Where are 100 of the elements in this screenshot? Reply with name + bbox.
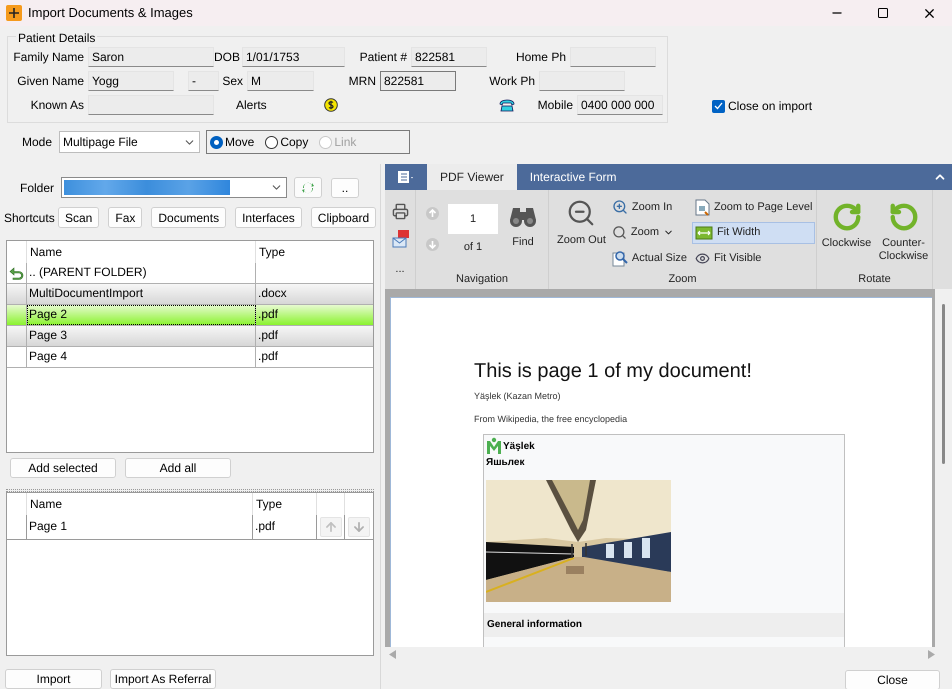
field-label: Alerts (236, 97, 267, 114)
close-button[interactable]: Close (845, 670, 940, 689)
zoom-option[interactable]: Zoom In (608, 196, 690, 218)
field-label: Given Name (16, 73, 84, 90)
more-label[interactable]: ... (395, 261, 405, 278)
menu-icon (397, 170, 415, 184)
shortcut-button[interactable]: Clipboard (310, 207, 376, 228)
column-header[interactable]: Name (27, 493, 253, 516)
table-cell-text: .docx (257, 285, 288, 302)
page-up-icon (426, 207, 439, 220)
radio-button[interactable] (265, 136, 278, 148)
page-down-icon (426, 238, 439, 251)
table-row[interactable]: Page 4 .pdf (7, 347, 373, 368)
text-field[interactable]: 0400 000 000 (577, 95, 663, 115)
field-label: Family Name (12, 49, 84, 66)
zoom-option[interactable]: Fit Visible (692, 247, 816, 269)
table-cell: .. (PARENT FOLDER) (27, 263, 256, 283)
text-field[interactable] (570, 47, 656, 67)
zoom-option[interactable]: Zoom (608, 222, 690, 244)
zoom-out-icon (566, 198, 596, 228)
window-title: Import Documents & Images (28, 4, 193, 22)
ribbon-tab[interactable]: Interactive Form (516, 164, 630, 190)
rotate-clockwise-icon (832, 202, 862, 232)
shortcut-button[interactable]: Documents (151, 207, 226, 228)
scroll-right-icon (928, 650, 935, 659)
page-count: of 1 (464, 240, 482, 255)
table-cell: MultiDocumentImport (27, 284, 256, 304)
text-field[interactable] (539, 71, 625, 91)
infobox-title: Yäşlek (503, 440, 535, 454)
refresh-icon (301, 180, 315, 194)
table-cell: Page 3 (27, 326, 256, 346)
table-row[interactable]: Page 3 .pdf (7, 326, 373, 347)
text-field[interactable]: 822581 (380, 71, 456, 91)
mode-dropdown[interactable]: Multipage File (59, 131, 200, 153)
checkbox[interactable] (712, 100, 725, 112)
find-button[interactable]: Find (509, 204, 537, 270)
import-button[interactable]: Import As Referral (110, 669, 216, 689)
folder-dropdown[interactable] (61, 177, 287, 198)
table-row[interactable]: MultiDocumentImport .docx (7, 284, 373, 305)
text-field[interactable]: M (247, 71, 314, 91)
field-label: Sex (221, 73, 243, 90)
field-label: Mobile (538, 97, 573, 114)
fit-width-icon (694, 226, 713, 240)
radio-option: Link (319, 133, 356, 151)
page-icon (694, 198, 710, 216)
column-header[interactable]: Type (253, 493, 317, 516)
refresh-button[interactable] (294, 177, 322, 198)
rotate-button[interactable]: Counter-Clockwise (876, 202, 931, 270)
close-on-import-checkbox[interactable]: Close on import (712, 97, 812, 115)
text-field[interactable] (88, 95, 214, 115)
field-label: Home Ph (514, 49, 566, 66)
column-header[interactable]: Type (256, 241, 373, 263)
field-label: MRN (348, 73, 376, 90)
page-number-field[interactable]: 1 (448, 204, 498, 234)
zoom-option[interactable]: Zoom to Page Level (692, 196, 816, 218)
text-field[interactable]: Yogg (88, 71, 174, 91)
shortcut-button[interactable]: Interfaces (235, 207, 302, 228)
radio-option[interactable]: Copy (265, 133, 308, 151)
field-label: DOB (214, 49, 238, 66)
maximize-icon (877, 7, 889, 19)
import-button[interactable]: Import (5, 669, 102, 689)
zoom-out-button[interactable]: Zoom Out (557, 196, 606, 270)
table-cell-text: .pdf (257, 348, 280, 365)
table-cell-text: .pdf (257, 306, 280, 323)
table-row[interactable]: .. (PARENT FOLDER) (7, 263, 373, 284)
rotate-button[interactable]: Clockwise (819, 202, 874, 270)
text-field[interactable]: 1/01/1753 (242, 47, 345, 67)
magnifier-page-icon (612, 250, 628, 266)
ribbon-tab[interactable]: PDF Viewer (427, 164, 517, 190)
field-label: Folder (20, 180, 56, 196)
group-label: Zoom (668, 272, 697, 286)
text-field[interactable]: 822581 (411, 47, 487, 67)
metro-logo-icon (486, 437, 502, 454)
shortcut-button[interactable]: Scan (58, 207, 100, 228)
magnifier-icon (612, 225, 627, 240)
document-subtitle: Yäşlek (Kazan Metro) (474, 390, 562, 403)
pdf-mail-icon (392, 230, 408, 248)
move-up-button[interactable] (320, 517, 342, 538)
document-source: From Wikipedia, the free encyclopedia (474, 412, 628, 426)
table-row[interactable]: Page 2 .pdf (7, 305, 373, 326)
browse-button[interactable]: .. (331, 178, 359, 198)
document-heading: This is page 1 of my document! (474, 359, 753, 383)
radio-option[interactable]: Move (210, 133, 254, 151)
app-icon (6, 5, 22, 21)
text-field[interactable]: - (188, 71, 219, 91)
move-down-button[interactable] (348, 517, 370, 538)
field-label: Patient # (358, 49, 407, 66)
field-label: Known As (30, 97, 84, 114)
shortcut-button[interactable]: Fax (108, 207, 142, 228)
zoom-option[interactable]: Fit Width (692, 222, 816, 244)
phone-icon (499, 98, 515, 112)
field-label: Work Ph (488, 73, 535, 90)
zoom-option[interactable]: Actual Size (608, 247, 690, 269)
table-cell: .pdf (253, 515, 317, 540)
group-label: Navigation (456, 272, 508, 286)
add-button[interactable]: Add all (125, 458, 231, 478)
scrollbar-thumb[interactable] (942, 304, 945, 464)
add-button[interactable]: Add selected (10, 458, 116, 478)
text-field[interactable]: Saron (88, 47, 214, 67)
radio-button[interactable] (210, 136, 223, 148)
